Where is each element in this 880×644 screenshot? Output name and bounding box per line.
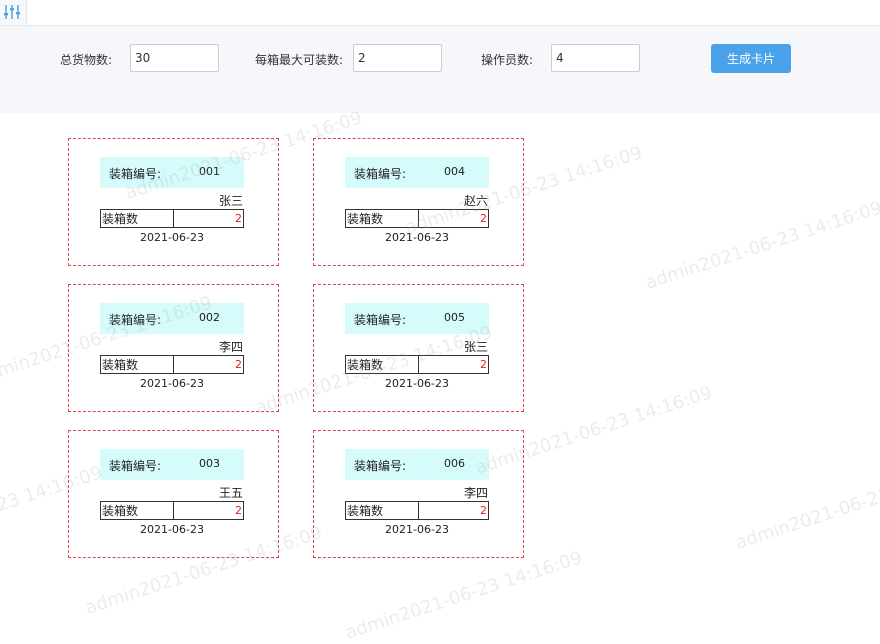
top-toolbar — [0, 0, 880, 26]
box-number-value: 001 — [199, 165, 220, 178]
box-card: 装箱编号: 004 赵六 装箱数 2 2021-06-23 — [313, 138, 524, 266]
box-number-value: 002 — [199, 311, 220, 324]
operator-name: 王五 — [218, 486, 243, 500]
box-count-label: 装箱数 — [345, 355, 419, 374]
box-number-header: 装箱编号: 002 — [100, 303, 244, 334]
card-date: 2021-06-23 — [385, 523, 449, 536]
total-goods-label: 总货物数: — [60, 53, 113, 67]
box-number-value: 003 — [199, 457, 220, 470]
box-count-table: 装箱数 2 — [100, 355, 244, 374]
box-count-table: 装箱数 2 — [345, 209, 489, 228]
box-number-value: 005 — [444, 311, 465, 324]
box-count-table: 装箱数 2 — [345, 355, 489, 374]
box-number-label: 装箱编号: — [354, 167, 407, 181]
box-number-header: 装箱编号: 005 — [345, 303, 489, 334]
box-count-value: 2 — [173, 209, 244, 228]
watermark-text: admin2021-06-23 14:16:09 — [732, 457, 880, 554]
box-number-label: 装箱编号: — [109, 167, 162, 181]
settings-tab[interactable] — [0, 0, 27, 25]
max-per-box-input[interactable] — [353, 44, 442, 72]
total-goods-input[interactable] — [130, 44, 219, 72]
box-count-value: 2 — [418, 209, 489, 228]
box-card: 装箱编号: 006 李四 装箱数 2 2021-06-23 — [313, 430, 524, 558]
box-count-label: 装箱数 — [345, 209, 419, 228]
box-count-table: 装箱数 2 — [100, 209, 244, 228]
box-number-header: 装箱编号: 004 — [345, 157, 489, 188]
watermark-text: admin2021-06-23 14:16:09 — [342, 547, 585, 644]
box-count-label: 装箱数 — [345, 501, 419, 520]
box-number-label: 装箱编号: — [354, 459, 407, 473]
operator-count-label: 操作员数: — [481, 53, 534, 67]
card-date: 2021-06-23 — [140, 377, 204, 390]
box-number-label: 装箱编号: — [354, 313, 407, 327]
box-count-value: 2 — [418, 501, 489, 520]
operator-name: 李四 — [218, 340, 243, 354]
watermark-text: admin2021-06-23 14:16:09 — [642, 197, 880, 294]
box-card: 装箱编号: 002 李四 装箱数 2 2021-06-23 — [68, 284, 279, 412]
box-count-table: 装箱数 2 — [345, 501, 489, 520]
box-number-label: 装箱编号: — [109, 459, 162, 473]
box-number-label: 装箱编号: — [109, 313, 162, 327]
box-count-value: 2 — [418, 355, 489, 374]
box-card: 装箱编号: 005 张三 装箱数 2 2021-06-23 — [313, 284, 524, 412]
operator-name: 张三 — [218, 194, 243, 208]
box-count-table: 装箱数 2 — [100, 501, 244, 520]
box-number-header: 装箱编号: 003 — [100, 449, 244, 480]
max-per-box-label: 每箱最大可装数: — [255, 53, 344, 67]
box-number-value: 004 — [444, 165, 465, 178]
box-card: 装箱编号: 001 张三 装箱数 2 2021-06-23 — [68, 138, 279, 266]
operator-name: 赵六 — [463, 194, 488, 208]
operator-name: 李四 — [463, 486, 488, 500]
operator-name: 张三 — [463, 340, 488, 354]
box-count-value: 2 — [173, 355, 244, 374]
box-count-label: 装箱数 — [100, 355, 174, 374]
box-number-value: 006 — [444, 457, 465, 470]
card-date: 2021-06-23 — [385, 231, 449, 244]
box-count-label: 装箱数 — [100, 209, 174, 228]
card-date: 2021-06-23 — [385, 377, 449, 390]
box-count-label: 装箱数 — [100, 501, 174, 520]
box-count-value: 2 — [173, 501, 244, 520]
operator-count-input[interactable] — [551, 44, 640, 72]
box-card: 装箱编号: 003 王五 装箱数 2 2021-06-23 — [68, 430, 279, 558]
generate-cards-button[interactable]: 生成卡片 — [711, 44, 791, 73]
card-date: 2021-06-23 — [140, 231, 204, 244]
box-number-header: 装箱编号: 006 — [345, 449, 489, 480]
sliders-icon — [4, 5, 20, 19]
box-number-header: 装箱编号: 001 — [100, 157, 244, 188]
card-date: 2021-06-23 — [140, 523, 204, 536]
